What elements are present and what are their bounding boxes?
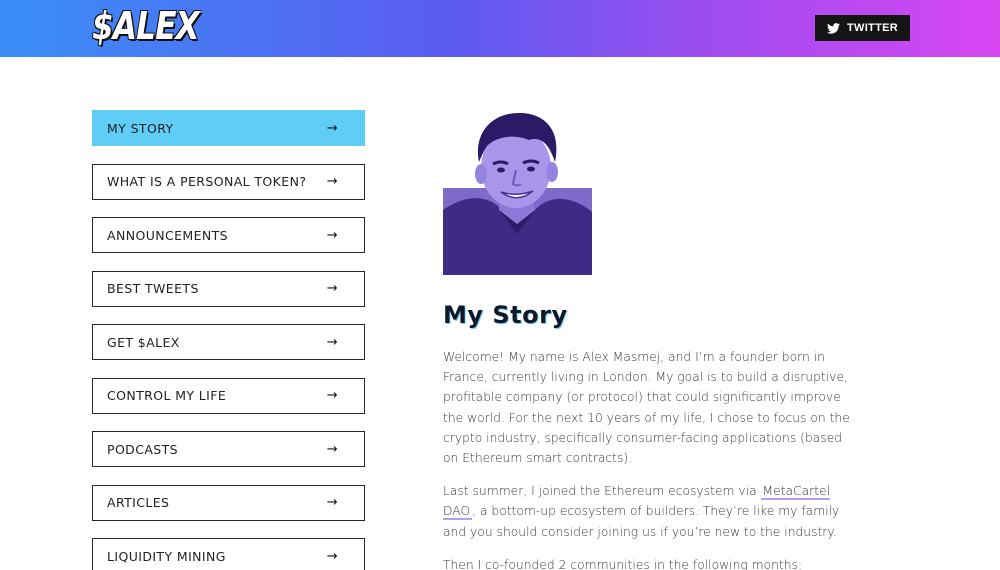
arrow-right-icon: → [326, 334, 338, 350]
top-header-bar: $ALEX TWITTER [0, 0, 1000, 57]
nav-item-personal-token[interactable]: WHAT IS A PERSONAL TOKEN? → [92, 163, 365, 200]
story-paragraph: Then I co-founded 2 communities in the f… [443, 557, 803, 570]
nav-item-articles[interactable]: ARTICLES → [92, 484, 365, 521]
arrow-right-icon: → [326, 441, 338, 457]
nav-item-label: ARTICLES [107, 495, 170, 510]
story-content: Welcome! My name is Alex Masmej, and I’m… [443, 347, 853, 570]
page-title: My Story [443, 301, 568, 329]
arrow-right-icon: → [326, 281, 338, 296]
nav-item-my-story[interactable]: MY STORY → [92, 110, 365, 146]
story-paragraph: Last summer, I joined the Ethereum ecosy… [443, 481, 853, 542]
nav-item-label: GET $ALEX [107, 334, 180, 350]
nav-item-control-my-life[interactable]: CONTROL MY LIFE → [92, 377, 365, 414]
paragraph-text: , a bottom-up ecosystem of builders. The… [443, 504, 840, 539]
nav-item-label: LIQUIDITY MINING [107, 548, 226, 564]
nav-item-get-alex[interactable]: GET $ALEX → [92, 324, 365, 360]
twitter-button-label: TWITTER [847, 22, 898, 34]
nav-item-announcements[interactable]: ANNOUNCEMENTS → [92, 217, 365, 253]
arrow-right-icon: → [326, 120, 338, 136]
story-paragraph: Welcome! My name is Alex Masmej, and I’m… [443, 350, 850, 466]
nav-item-best-tweets[interactable]: BEST TWEETS → [92, 270, 365, 307]
arrow-right-icon: → [326, 227, 338, 243]
arrow-right-icon: → [326, 548, 338, 564]
arrow-right-icon: → [326, 388, 338, 403]
nav-item-label: BEST TWEETS [107, 281, 199, 296]
arrow-right-icon: → [326, 174, 338, 189]
nav-item-podcasts[interactable]: PODCASTS → [92, 431, 365, 467]
nav-item-label: MY STORY [107, 120, 174, 136]
paragraph-text: Last summer, I joined the Ethereum ecosy… [443, 484, 761, 499]
nav-item-label: CONTROL MY LIFE [107, 388, 227, 403]
portrait-photo [443, 110, 592, 275]
twitter-button[interactable]: TWITTER [815, 15, 910, 41]
sidebar-nav: MY STORY → WHAT IS A PERSONAL TOKEN? → A… [92, 110, 365, 570]
site-logo[interactable]: $ALEX [92, 4, 200, 52]
twitter-bird-icon [827, 22, 840, 34]
nav-item-label: WHAT IS A PERSONAL TOKEN? [107, 174, 307, 189]
arrow-right-icon: → [326, 495, 338, 510]
nav-item-label: PODCASTS [107, 441, 178, 457]
nav-item-label: ANNOUNCEMENTS [107, 227, 229, 243]
nav-item-liquidity-mining[interactable]: LIQUIDITY MINING → [92, 538, 365, 570]
